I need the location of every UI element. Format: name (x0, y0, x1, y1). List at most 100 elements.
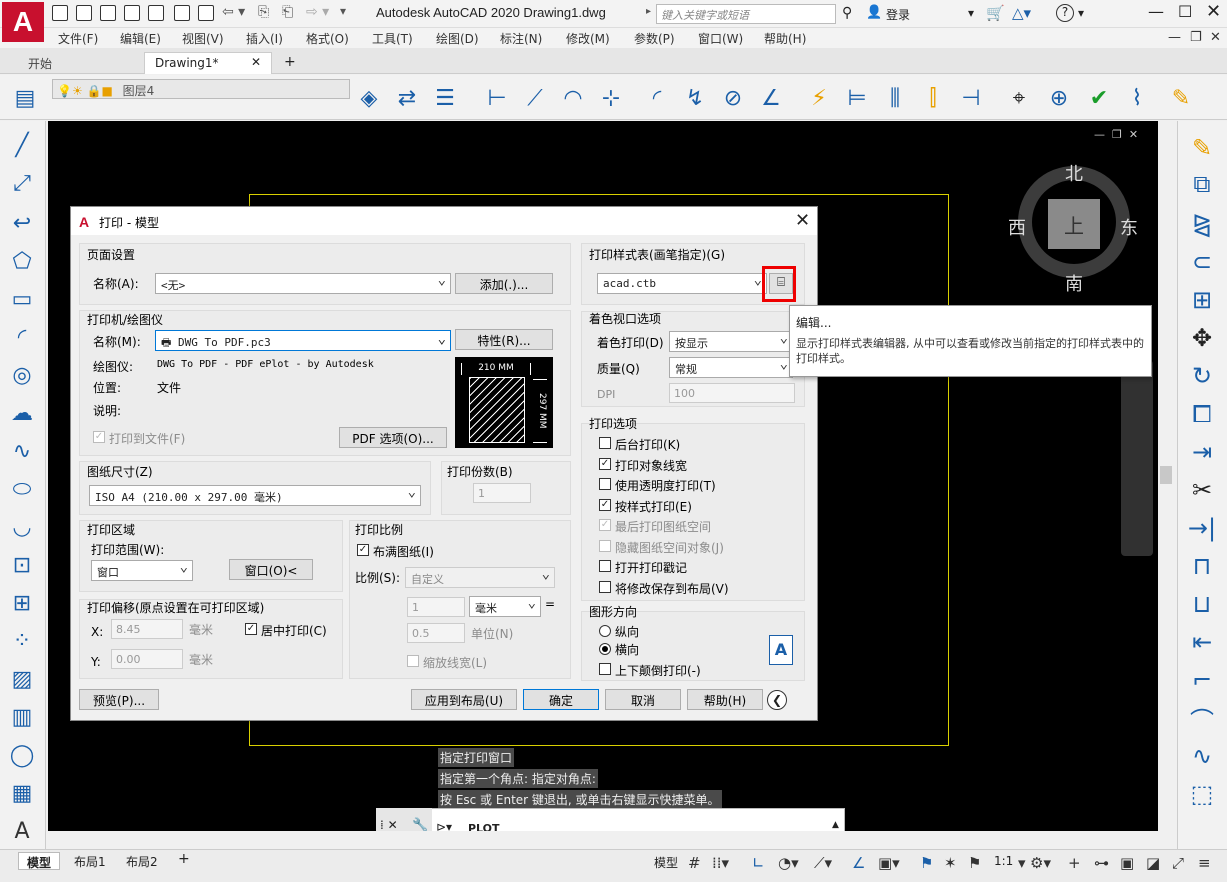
doc-close-icon[interactable]: ✕ (1210, 30, 1221, 45)
circle-icon[interactable]: ◎ (6, 361, 38, 389)
rectangle-icon[interactable]: ▭ (6, 285, 38, 313)
region-icon[interactable]: ◯ (6, 741, 38, 769)
dim-space-icon[interactable]: ⫿ (918, 83, 948, 113)
scale-dropdown-icon[interactable]: ▾ (1018, 854, 1026, 872)
menu-modify[interactable]: 修改(M) (566, 30, 610, 47)
paper-size-dropdown[interactable]: ISO A4 (210.00 x 297.00 毫米) (89, 485, 421, 506)
gradient-icon[interactable]: ▥ (6, 703, 38, 731)
doc-restore-icon[interactable]: ❐ (1190, 30, 1202, 45)
make-current-icon[interactable]: ◈ (354, 83, 384, 113)
cart-icon[interactable]: 🛒 (986, 4, 1005, 22)
window-button[interactable]: 窗口(O)< (229, 559, 313, 580)
ellipse-arc-icon[interactable]: ◡ (6, 513, 38, 541)
scale-denominator-input[interactable]: 0.5 (407, 623, 465, 643)
offset-icon[interactable]: ⊂ (1183, 247, 1221, 277)
paste-icon[interactable]: ⎗ (282, 4, 293, 20)
minimize-icon[interactable]: — (1148, 2, 1164, 21)
multiline-text-icon[interactable]: A (6, 817, 38, 845)
vertical-scrollbar-thumb[interactable] (1160, 466, 1172, 484)
object-snap-tracking-icon[interactable]: ∠ (852, 854, 865, 872)
line-icon[interactable]: ╱ (6, 131, 38, 159)
snap-icon[interactable]: ⁞⁞▾ (712, 854, 729, 872)
add-button[interactable]: 添加(.)... (455, 273, 553, 294)
arc-icon[interactable]: ◜ (6, 323, 38, 351)
blend-curves-icon[interactable]: ∿ (1183, 741, 1221, 771)
dialog-close-icon[interactable]: ✕ (795, 210, 810, 231)
tab-layout1[interactable]: 布局1 (66, 852, 114, 870)
break-at-point-icon[interactable]: ⊓ (1183, 551, 1221, 581)
object-snap-icon[interactable]: ▣▾ (878, 854, 900, 872)
point-icon[interactable]: ⁘ (6, 627, 38, 655)
menu-view[interactable]: 视图(V) (182, 30, 224, 47)
plot-option-checkbox[interactable] (599, 478, 611, 490)
fit-to-paper-checkbox[interactable]: ✓ (357, 544, 369, 556)
plot-option-checkbox[interactable]: ✓ (599, 519, 611, 531)
model-space-button[interactable]: 模型 (654, 854, 678, 871)
open-icon[interactable] (52, 5, 68, 21)
compass-south[interactable]: 南 (1065, 270, 1083, 296)
revision-cloud-icon[interactable]: ☁ (6, 399, 38, 427)
menu-edit[interactable]: 编辑(E) (120, 30, 161, 47)
annotation-scale-icon[interactable]: ⚑ (968, 854, 981, 872)
fullscreen-icon[interactable]: ⤢ (1172, 854, 1184, 872)
landscape-radio[interactable] (599, 643, 611, 655)
shade-plot-dropdown[interactable]: 按显示 (669, 331, 793, 352)
save-as-icon[interactable] (100, 5, 116, 21)
tab-close-icon[interactable]: ✕ (251, 55, 261, 69)
command-close-icon[interactable]: ⁞ ✕ (380, 818, 398, 832)
menu-parametric[interactable]: 参数(P) (634, 30, 675, 47)
y-offset-input[interactable]: 0.00 (111, 649, 183, 669)
search-input[interactable]: 键入关键字或短语 (656, 4, 836, 24)
copy-icon[interactable]: ⧉ (1183, 169, 1221, 199)
quick-properties-icon[interactable]: ▣ (1120, 854, 1134, 872)
stretch-icon[interactable]: ⇥ (1183, 437, 1221, 467)
doc-minimize-icon[interactable]: — (1168, 30, 1181, 45)
scale-unit-dropdown[interactable]: 毫米 (469, 596, 541, 617)
preview-button[interactable]: 预览(P)... (79, 689, 159, 710)
upside-down-checkbox[interactable] (599, 663, 611, 675)
viewcube-top-face[interactable]: 上 (1048, 199, 1100, 249)
command-history-expand-icon[interactable]: ▲ (832, 820, 839, 830)
plot-style-dropdown[interactable]: acad.ctb (597, 273, 767, 294)
trim-icon[interactable]: ✂ (1183, 475, 1221, 505)
extend-icon[interactable]: →| (1183, 513, 1221, 543)
continue-icon[interactable]: ⫼ (880, 83, 910, 113)
polar-icon[interactable]: ◔▾ (778, 854, 799, 872)
application-menu-button[interactable]: A (2, 2, 44, 42)
plot-range-dropdown[interactable]: 窗口 (91, 560, 193, 581)
customize-toolbar-icon[interactable]: ▾ (340, 4, 346, 18)
dpi-input[interactable]: 100 (669, 383, 795, 403)
angular-icon[interactable]: ∠ (756, 83, 786, 113)
horizontal-scrollbar[interactable] (48, 831, 1158, 849)
menu-draw[interactable]: 绘图(D) (436, 30, 479, 47)
quality-dropdown[interactable]: 常规 (669, 357, 793, 378)
add-layout-icon[interactable]: + (178, 851, 190, 867)
match-properties-icon[interactable]: ⎘ (258, 4, 269, 20)
ortho-icon[interactable]: ∟ (752, 854, 765, 872)
arc-length-icon[interactable]: ◠ (558, 83, 588, 113)
navigation-bar[interactable] (1121, 360, 1153, 556)
break-icon[interactable]: ⊔ (1183, 589, 1221, 619)
layer-states-icon[interactable]: ☰ (430, 83, 460, 113)
new-tab-button[interactable]: + (284, 54, 296, 70)
dim-break-icon[interactable]: ⊣ (956, 83, 986, 113)
tolerance-icon[interactable]: ⌖ (1004, 83, 1034, 113)
undo-icon[interactable]: ⇦ ▾ (222, 4, 245, 20)
menu-format[interactable]: 格式(O) (306, 30, 349, 47)
scale-lineweights-checkbox[interactable] (407, 655, 419, 667)
a360-icon[interactable]: △▾ (1012, 4, 1031, 22)
annotation-monitor-icon[interactable]: + (1068, 854, 1081, 872)
aligned-dimension-icon[interactable]: ⟋ (520, 83, 550, 113)
center-plot-checkbox[interactable]: ✓ (245, 623, 257, 635)
viewport-controls[interactable]: — ❐ ✕ (1094, 128, 1138, 141)
ellipse-icon[interactable]: ⬭ (6, 475, 38, 503)
menu-file[interactable]: 文件(F) (58, 30, 98, 47)
workspace-icon[interactable]: ⚙▾ (1030, 854, 1051, 872)
auto-scale-icon[interactable]: ✶ (944, 854, 957, 872)
customization-icon[interactable]: ≡ (1198, 854, 1211, 872)
units-icon[interactable]: ⊶ (1094, 854, 1109, 872)
apply-to-layout-button[interactable]: 应用到布局(U) (411, 689, 517, 710)
plot-to-file-checkbox[interactable]: ✓ (93, 431, 105, 443)
construction-line-icon[interactable]: ⤢ (6, 169, 38, 197)
grid-icon[interactable]: # (688, 854, 701, 872)
